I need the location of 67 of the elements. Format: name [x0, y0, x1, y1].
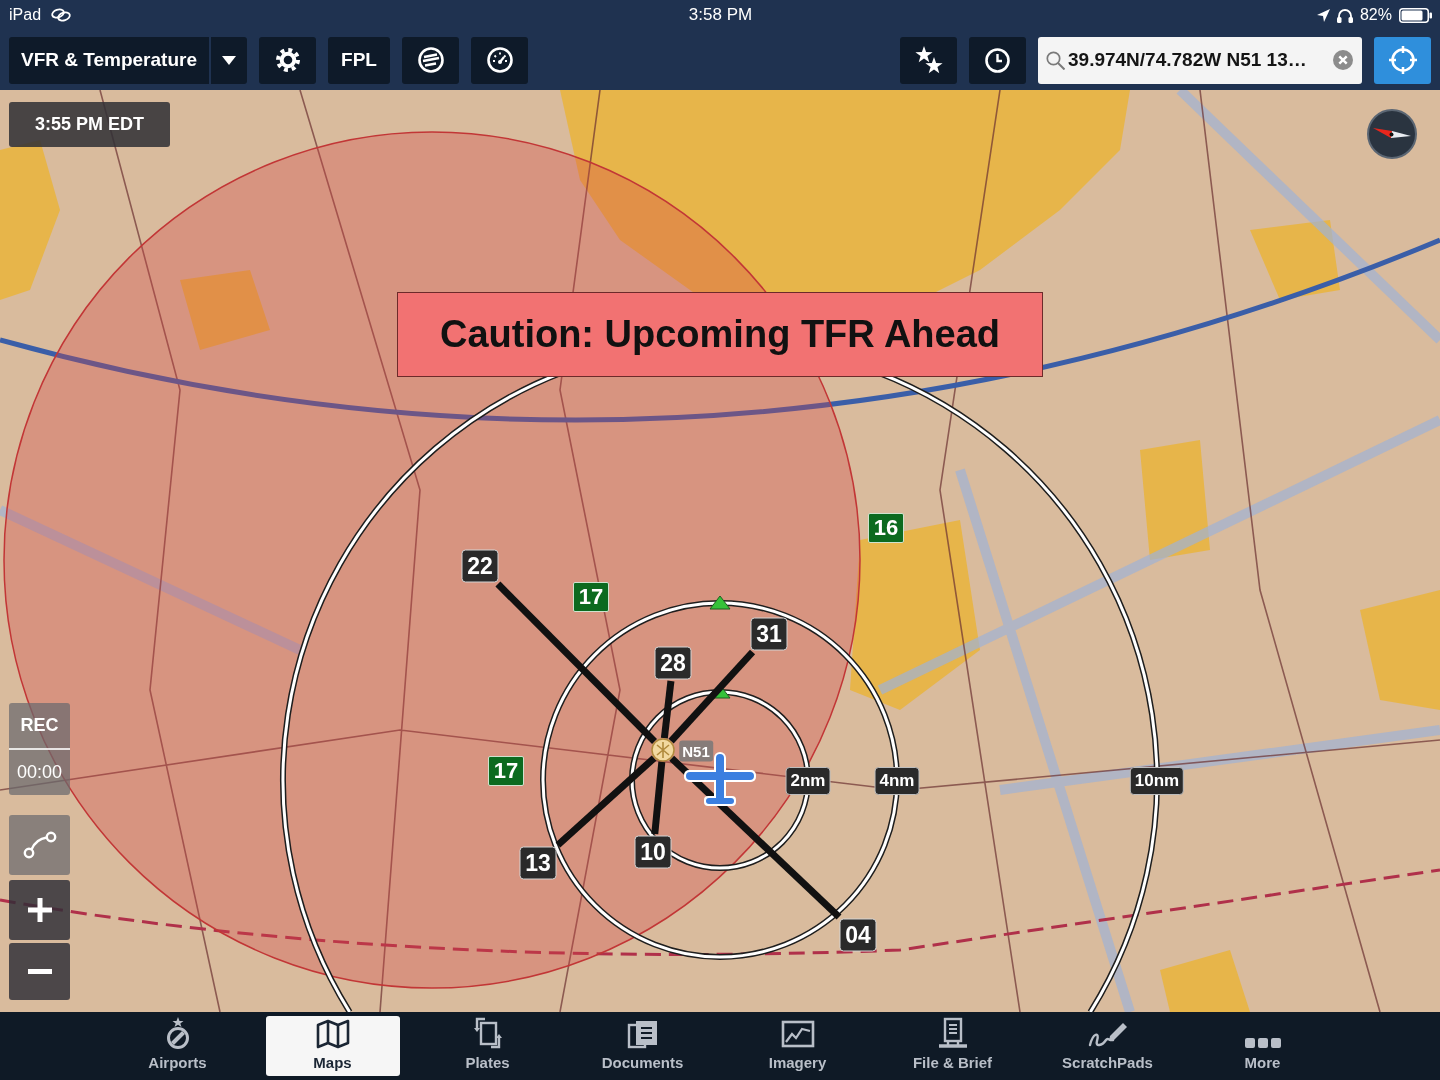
gauge-icon	[486, 47, 513, 73]
tab-bar-item[interactable]: More	[1195, 1016, 1330, 1076]
status-time: 3:58 PM	[688, 5, 753, 25]
search-input[interactable]: 39.974N/74.782W N51 13…	[1068, 49, 1330, 71]
route-button[interactable]	[9, 815, 70, 875]
tab-bar-item[interactable]: Plates	[420, 1016, 555, 1076]
airport-icon[interactable]	[651, 738, 675, 762]
temperature-badge: 17	[573, 582, 609, 612]
recording-timer: 00:00	[15, 761, 63, 784]
minus-icon	[27, 969, 52, 974]
airport-label: N51	[679, 740, 713, 762]
zoom-out-button[interactable]	[9, 943, 70, 1000]
tab-bar-item[interactable]: Imagery	[730, 1016, 865, 1076]
striped-circle-button[interactable]	[402, 36, 459, 84]
map-layer-button[interactable]: VFR & Temperature	[9, 36, 209, 84]
runway-label: 10	[634, 835, 672, 869]
location-arrow-icon	[1316, 8, 1330, 22]
range-ring-label: 4nm	[874, 767, 920, 795]
tab-bar-item[interactable]: Documents	[575, 1016, 710, 1076]
gauge-button[interactable]	[471, 36, 528, 84]
tab-bar-item[interactable]: Maps	[265, 1016, 400, 1076]
zoom-in-button[interactable]	[9, 880, 70, 940]
folded-map-icon	[315, 1019, 350, 1049]
search-icon	[1046, 50, 1065, 70]
tfr-alert-banner: Caution: Upcoming TFR Ahead	[397, 292, 1043, 377]
range-ring-label: 10nm	[1129, 767, 1185, 795]
document-stand-icon	[936, 1017, 969, 1049]
triangle-marker-icon	[709, 595, 731, 610]
runway-label: 31	[750, 617, 788, 651]
chart-frame-icon	[780, 1019, 815, 1049]
document-arrows-icon	[472, 1017, 503, 1049]
locate-button[interactable]	[1374, 36, 1431, 84]
range-ring-label: 2nm	[785, 767, 831, 795]
crosshair-icon	[1388, 46, 1417, 74]
link-icon	[50, 7, 73, 23]
temperature-badge: 17	[488, 756, 524, 786]
settings-icon	[275, 48, 300, 72]
flight-plan-button[interactable]: FPL	[328, 36, 390, 84]
stars-icon	[914, 46, 943, 74]
caret-icon	[222, 55, 236, 65]
stars-button[interactable]	[900, 36, 957, 84]
headphones-icon	[1336, 7, 1353, 23]
striped-circle-icon	[417, 47, 444, 73]
documents-icon	[626, 1019, 659, 1049]
tab-bar-item[interactable]: ScratchPads	[1040, 1016, 1175, 1076]
compass-icon[interactable]	[1367, 109, 1417, 159]
clear-icon[interactable]	[1333, 50, 1353, 70]
settings-button[interactable]	[259, 36, 316, 84]
runway-label: 13	[519, 846, 557, 880]
clock-icon	[985, 47, 1010, 73]
battery-icon	[1399, 7, 1432, 23]
search-field[interactable]: 39.974N/74.782W N51 13…	[1038, 36, 1362, 84]
temperature-badge: 16	[868, 513, 904, 543]
record-button[interactable]: REC	[9, 703, 70, 748]
runway-label: 22	[461, 549, 499, 583]
device-name: iPad	[9, 6, 42, 24]
plus-icon	[27, 898, 52, 922]
clock-button[interactable]	[969, 36, 1026, 84]
tab-bar-item[interactable]: Airports	[110, 1016, 245, 1076]
runway-label: 28	[654, 646, 692, 680]
tab-bar-item[interactable]: File & Brief	[885, 1016, 1020, 1076]
layer-dropdown-button[interactable]	[211, 36, 247, 84]
battery-percentage: 82%	[1359, 6, 1392, 24]
route-line-icon	[22, 831, 57, 859]
time-badge: 3:55 PM EDT	[9, 102, 170, 147]
runway-label: 04	[839, 918, 877, 952]
more-icon	[1244, 1037, 1281, 1049]
